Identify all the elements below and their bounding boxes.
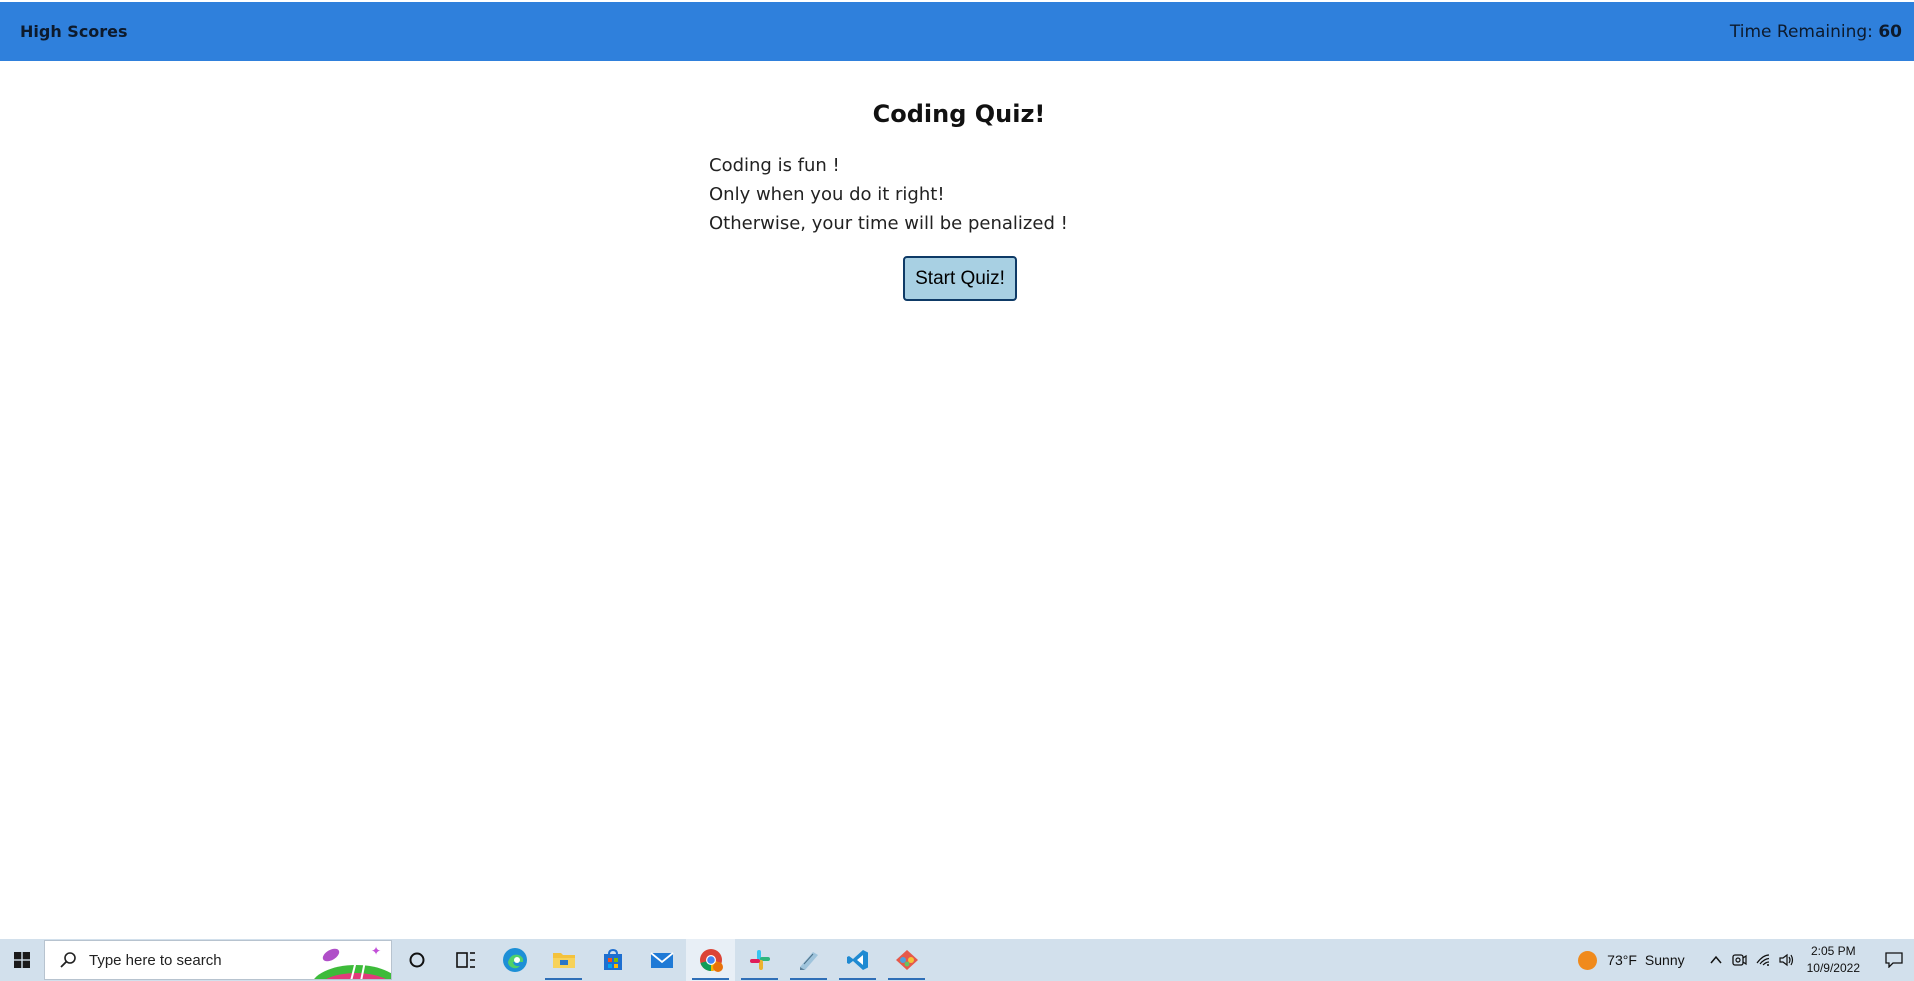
svg-text:✦: ✦ [371,944,381,958]
intro-line: Only when you do it right! [709,184,945,205]
page: High Scores Time Remaining: 60 Coding Qu… [0,0,1914,981]
file-explorer-icon [552,953,575,968]
task-view-button[interactable] [441,939,490,981]
search-icon [60,952,76,968]
time-remaining-label: Time Remaining: [1729,21,1873,42]
weather-condition: Sunny [1644,952,1685,968]
edge-icon [502,948,527,972]
vscode-icon [846,950,868,970]
meet-now-icon[interactable] [1731,952,1747,968]
search-placeholder: Type here to search [89,951,222,969]
windows-logo-icon [14,952,30,968]
sun-icon [1578,950,1598,970]
chrome-button[interactable] [686,939,735,981]
edge-button[interactable] [490,939,539,981]
taskbar-search-box[interactable]: Type here to search ✦ [44,940,392,980]
intro-line: Otherwise, your time will be penalized ! [709,213,1068,234]
start-quiz-button[interactable]: Start Quiz! [903,256,1017,301]
quiz-title: Coding Quiz! [872,100,1046,128]
system-tray: 73°F Sunny 2:05 PM 10/9/2022 [1578,939,1914,981]
windows-start-button[interactable] [0,939,44,981]
intro-line: Coding is fun ! [709,155,840,176]
clock-time: 2:05 PM [1810,944,1856,958]
weather-widget[interactable]: 73°F Sunny [1578,950,1692,970]
file-explorer-button[interactable] [539,939,588,981]
slack-icon [749,950,770,970]
windows-taskbar: Type here to search ✦ 73°F Sunny 2:05 PM… [0,939,1914,981]
wifi-icon[interactable] [1755,953,1771,967]
mail-button[interactable] [637,939,686,981]
weather-temp: 73°F [1607,952,1637,968]
notifications-button[interactable] [1874,952,1914,968]
notepad-icon [799,952,818,970]
git-icon [895,950,918,970]
time-remaining-value: 60 [1878,21,1902,42]
high-scores-link[interactable]: High Scores [20,22,128,41]
microsoft-store-button[interactable] [588,939,637,981]
chrome-icon [699,949,723,972]
mail-icon [649,952,674,968]
git-button[interactable] [882,939,931,981]
volume-icon[interactable] [1779,953,1795,967]
vscode-button[interactable] [833,939,882,981]
microsoft-store-icon [603,949,622,970]
cortana-icon [409,952,424,968]
clock-date: 10/9/2022 [1806,961,1860,975]
taskbar-clock[interactable]: 2:05 PM 10/9/2022 [1807,943,1860,977]
tray-icons [1709,952,1795,968]
top-nav-bar: High Scores Time Remaining: 60 [0,2,1914,61]
chevron-up-icon[interactable] [1709,954,1723,966]
task-view-icon [455,952,475,968]
notepad-button[interactable] [784,939,833,981]
notification-icon [1885,952,1903,968]
search-highlight-art-icon: ✦ [314,944,391,979]
cortana-button[interactable] [392,939,441,981]
quiz-intro-text: Coding is fun ! Only when you do it righ… [709,151,1068,238]
time-remaining: Time Remaining: 60 [1730,22,1902,42]
slack-button[interactable] [735,939,784,981]
